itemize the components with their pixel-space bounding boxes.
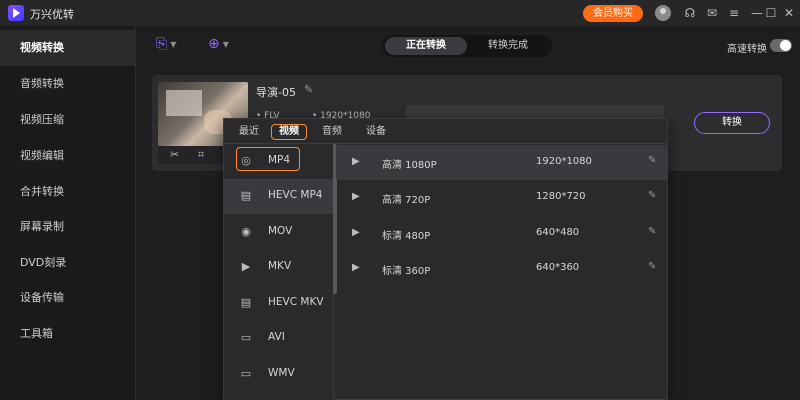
- sidebar-item-toolbox[interactable]: 工具箱: [0, 316, 136, 352]
- format-label: MKV: [268, 260, 292, 272]
- vip-purchase-button[interactable]: 会员购买: [583, 5, 643, 22]
- format-label: AVI: [268, 331, 285, 343]
- disc-icon: ◎: [241, 154, 251, 167]
- sidebar-item-device-transfer[interactable]: 设备传输: [0, 280, 136, 316]
- hevc-icon: ▤: [240, 189, 252, 202]
- file-name: 导演-05: [256, 86, 296, 99]
- format-item-hevc-mp4[interactable]: ▤ HEVC MP4: [224, 179, 334, 214]
- resolution-size: 1920*1080: [536, 156, 592, 167]
- sidebar-item-merge[interactable]: 合并转换: [0, 174, 136, 210]
- chevron-down-icon: ▼: [222, 39, 229, 49]
- edit-icon[interactable]: ✎: [648, 190, 656, 201]
- resolution-size: 640*480: [536, 227, 580, 238]
- tab-recent[interactable]: 最近: [236, 124, 262, 140]
- film-icon: ▭: [240, 331, 252, 344]
- mov-icon: ◉: [241, 225, 251, 238]
- edit-icon[interactable]: ✎: [648, 226, 656, 237]
- format-item-mov[interactable]: ◉ MOV: [224, 215, 334, 250]
- app-title: 万兴优转: [30, 8, 74, 21]
- high-speed-toggle[interactable]: [770, 39, 792, 52]
- resolution-size: 1280*720: [536, 191, 586, 202]
- convert-button[interactable]: 转换: [694, 112, 770, 134]
- format-item-hevc-mkv[interactable]: ▤ HEVC MKV: [224, 286, 334, 321]
- format-item-avi[interactable]: ▭ AVI: [224, 321, 334, 356]
- app-logo-icon: [8, 5, 24, 21]
- sidebar-item-video-convert[interactable]: 视频转换: [0, 30, 136, 66]
- add-disc-button[interactable]: ⊕ ▼: [208, 36, 229, 56]
- video-icon: ▶: [352, 191, 360, 202]
- mail-icon[interactable]: ✉: [703, 4, 721, 22]
- format-item-wmv[interactable]: ▭ WMV: [224, 357, 334, 392]
- convert-status-tabs: 正在转换 转换完成: [382, 35, 552, 57]
- sidebar-item-audio-convert[interactable]: 音频转换: [0, 66, 136, 102]
- video-icon: ▶: [352, 156, 360, 167]
- high-speed-label: 高速转换: [727, 44, 767, 55]
- format-list: ◎ MP4 ▤ HEVC MP4 ◉ MOV ▶ MKV ▤ HEVC MKV …: [224, 144, 334, 400]
- resolution-size: 640*360: [536, 262, 580, 273]
- video-icon: ▶: [352, 262, 360, 273]
- add-file-button[interactable]: ⎘ ▼: [156, 36, 176, 56]
- close-icon[interactable]: ✕: [780, 4, 798, 22]
- headset-icon[interactable]: ☊: [681, 4, 699, 22]
- avatar-icon[interactable]: [655, 5, 671, 21]
- sidebar-item-video-compress[interactable]: 视频压缩: [0, 102, 136, 138]
- menu-icon[interactable]: ≡: [725, 4, 743, 22]
- film-icon: ▭: [240, 367, 252, 380]
- video-icon: ▶: [241, 260, 251, 273]
- sidebar: 视频转换 音频转换 视频压缩 视频编辑 合并转换 屏幕录制 DVD刻录 设备传输…: [0, 26, 136, 400]
- maximize-icon[interactable]: ☐: [762, 4, 780, 22]
- format-label: HEVC MKV: [268, 296, 324, 308]
- chevron-down-icon: ▼: [170, 39, 177, 49]
- format-category-tabs: 最近 视频 音频 设备: [224, 119, 667, 144]
- format-label: HEVC MP4: [268, 189, 323, 201]
- title-bar: 万兴优转 会员购买 ☊ ✉ ≡ — ☐ ✕: [0, 0, 800, 26]
- format-label: MP4: [268, 154, 291, 166]
- resolution-row-480p[interactable]: ▶ 标清 480P 640*480 ✎: [336, 216, 667, 251]
- resolution-row-360p[interactable]: ▶ 标清 360P 640*360 ✎: [336, 251, 667, 286]
- edit-icon[interactable]: ✎: [648, 261, 656, 272]
- tab-device[interactable]: 设备: [363, 124, 389, 140]
- tab-converted[interactable]: 转换完成: [467, 37, 549, 55]
- resolution-name: 标清 480P: [382, 231, 431, 242]
- format-item-mkv[interactable]: ▶ MKV: [224, 250, 334, 285]
- resolution-row-720p[interactable]: ▶ 高清 720P 1280*720 ✎: [336, 180, 667, 215]
- resolution-row-1080p[interactable]: ▶ 高清 1080P 1920*1080 ✎: [336, 145, 667, 180]
- hevc-icon: ▤: [240, 296, 252, 309]
- sidebar-item-video-edit[interactable]: 视频编辑: [0, 138, 136, 174]
- edit-icon[interactable]: ✎: [648, 155, 656, 166]
- tab-audio[interactable]: 音频: [319, 124, 345, 140]
- add-file-icon: ⎘: [156, 36, 168, 52]
- format-label: MOV: [268, 225, 293, 237]
- tab-converting[interactable]: 正在转换: [385, 37, 467, 55]
- format-popup: 最近 视频 音频 设备 ◎ MP4 ▤ HEVC MP4 ◉ MOV ▶ MKV…: [223, 118, 668, 400]
- resolution-name: 标清 360P: [382, 266, 431, 277]
- tab-video[interactable]: 视频: [271, 124, 307, 140]
- resolution-name: 高清 720P: [382, 195, 431, 206]
- sidebar-item-screen-record[interactable]: 屏幕录制: [0, 209, 136, 245]
- sidebar-item-dvd-burn[interactable]: DVD刻录: [0, 245, 136, 281]
- format-label: WMV: [268, 367, 295, 379]
- format-item-mp4[interactable]: ◎ MP4: [224, 144, 334, 179]
- video-icon: ▶: [352, 227, 360, 238]
- resolution-name: 高清 1080P: [382, 160, 437, 171]
- crop-icon[interactable]: ⌗: [198, 148, 204, 162]
- edit-icon[interactable]: ✎: [304, 83, 313, 96]
- add-disc-icon: ⊕: [208, 36, 220, 52]
- scissors-icon[interactable]: ✂: [170, 148, 179, 161]
